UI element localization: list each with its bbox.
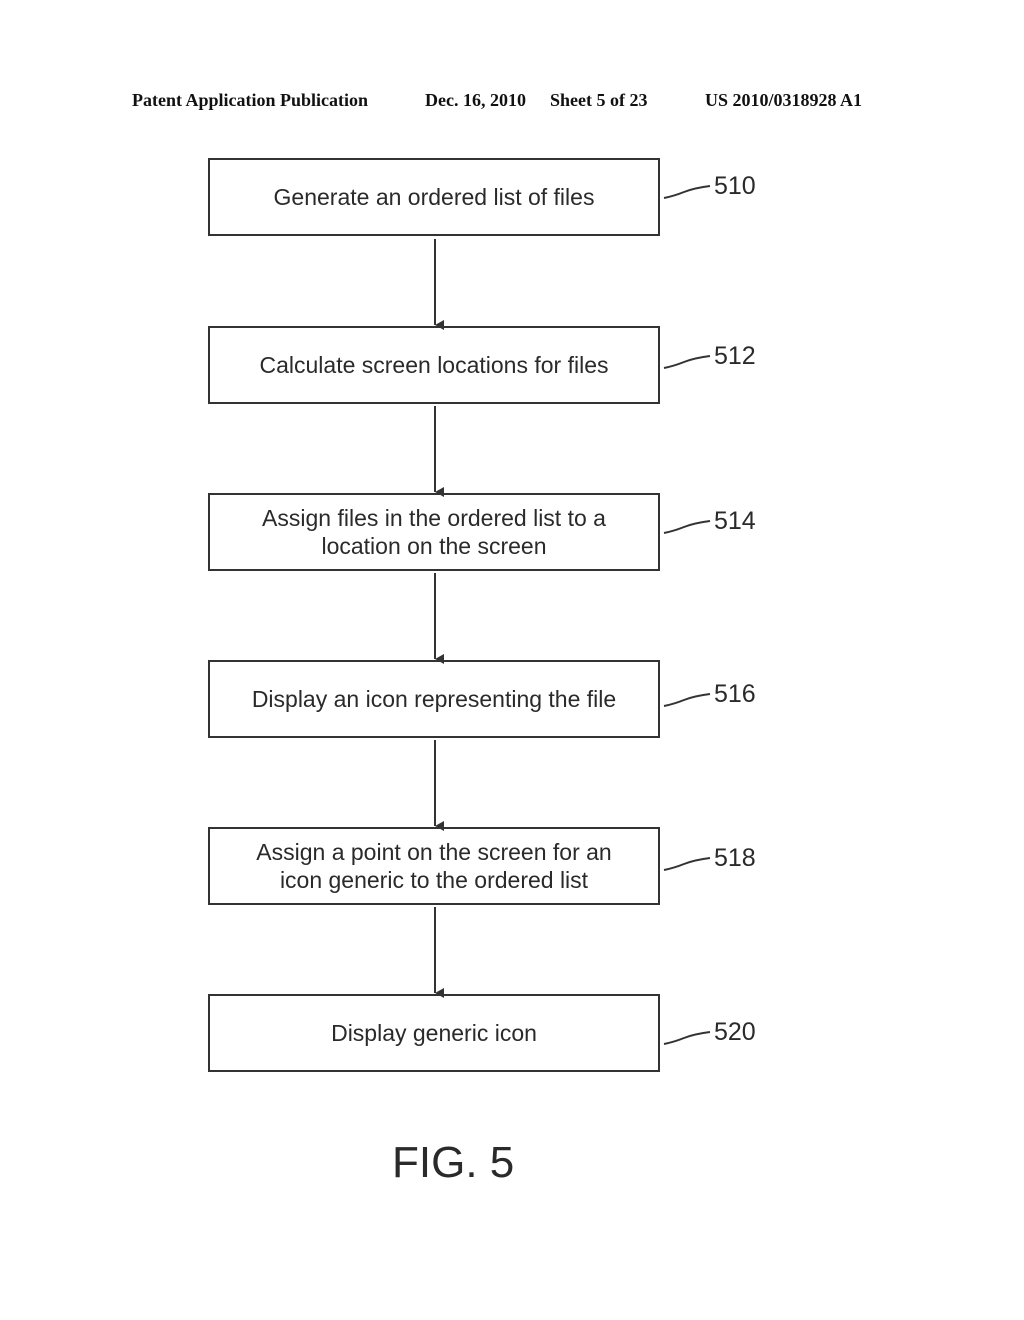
step-box-520: Display generic icon — [208, 994, 660, 1072]
step-label: Generate an ordered list of files — [273, 184, 595, 210]
ref-number: 520 — [714, 1018, 756, 1046]
leader-520 — [663, 1031, 711, 1045]
step-box-510: Generate an ordered list of files — [208, 158, 660, 236]
step-label: Assign a point on the screen for an icon… — [256, 839, 612, 893]
step-label: Display an icon representing the file — [251, 686, 617, 712]
ref-number: 516 — [714, 680, 756, 708]
step-label: Display generic icon — [331, 1020, 537, 1046]
ref-number: 518 — [714, 844, 756, 872]
leader-518 — [663, 857, 711, 871]
ref-number: 510 — [714, 172, 756, 200]
leader-516 — [663, 693, 711, 707]
step-box-514: Assign files in the ordered list to a lo… — [208, 493, 660, 571]
step-label: Calculate screen locations for files — [259, 352, 609, 378]
ref-number: 514 — [714, 507, 756, 535]
figure-label: FIG. 5 — [392, 1138, 515, 1187]
step-box-512: Calculate screen locations for files — [208, 326, 660, 404]
ref-number: 512 — [714, 342, 756, 370]
leader-512 — [663, 355, 711, 369]
step-label: Assign files in the ordered list to a lo… — [262, 505, 606, 559]
leader-514 — [663, 520, 711, 534]
step-box-516: Display an icon representing the file — [208, 660, 660, 738]
step-box-518: Assign a point on the screen for an icon… — [208, 827, 660, 905]
leader-510 — [663, 185, 711, 199]
